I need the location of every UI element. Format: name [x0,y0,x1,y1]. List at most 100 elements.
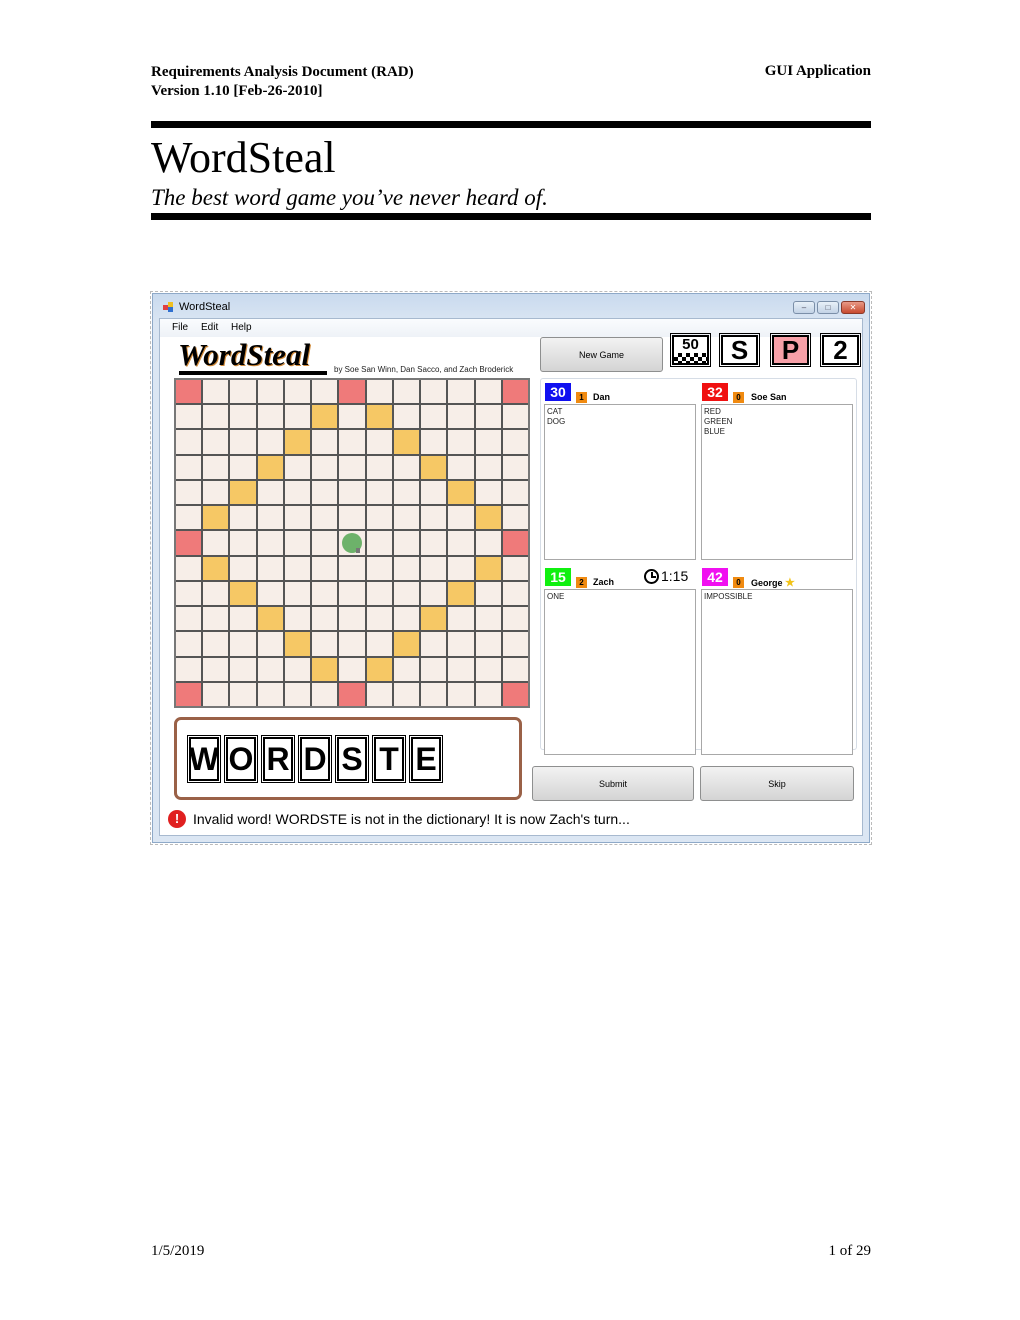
letter-tile[interactable]: T [372,735,406,783]
board-cell[interactable] [393,506,420,530]
board-cell[interactable] [257,380,283,404]
board-cell[interactable] [312,581,338,606]
board-cell[interactable] [284,556,311,580]
board-cell[interactable] [312,506,338,530]
board-cell[interactable] [366,506,392,530]
player-words-soe-san[interactable]: RED GREEN BLUE [701,404,853,560]
board-cell-bonus-gold[interactable] [230,581,256,606]
board-cell[interactable] [257,506,283,530]
board-cell[interactable] [448,506,474,530]
board-cell[interactable] [366,531,392,555]
board-cell[interactable] [475,657,501,681]
board-cell[interactable] [421,581,447,606]
board-cell[interactable] [448,430,474,454]
board-cell[interactable] [203,531,229,555]
board-cell[interactable] [448,657,474,681]
board-cell[interactable] [366,380,392,404]
board-cell[interactable] [448,556,474,580]
board-cell-bonus-gold[interactable] [366,405,392,429]
board-cell-bonus-gold[interactable] [284,632,311,656]
board-cell[interactable] [312,632,338,656]
word-item[interactable]: GREEN [704,417,850,427]
player-words-dan[interactable]: CAT DOG [544,404,696,560]
board-cell[interactable] [203,607,229,631]
letter-tile[interactable]: S [335,735,369,783]
board-cell[interactable] [312,556,338,580]
board-cell[interactable] [257,657,283,681]
board-cell[interactable] [257,405,283,429]
board-cell[interactable] [502,556,528,580]
board-cell[interactable] [176,480,202,505]
board-cell[interactable] [203,480,229,505]
board-cell[interactable] [393,657,420,681]
board-cell[interactable] [176,455,202,479]
board-cell-bonus-gold[interactable] [448,480,474,505]
board-cell[interactable] [203,682,229,706]
board-cell[interactable] [475,632,501,656]
board-cell[interactable] [393,380,420,404]
board-cell[interactable] [284,682,311,706]
board-cell[interactable] [448,682,474,706]
board-cell-bonus-red[interactable] [502,682,528,706]
board-cell[interactable] [421,632,447,656]
board-cell[interactable] [421,531,447,555]
board-cell[interactable] [475,682,501,706]
menu-edit[interactable]: Edit [201,322,218,333]
board-cell[interactable] [366,682,392,706]
board-cell-bonus-gold[interactable] [421,607,447,631]
board-cell-bonus-red[interactable] [176,531,202,555]
board-cell[interactable] [257,632,283,656]
board-cell-bonus-gold[interactable] [257,607,283,631]
board-cell[interactable] [176,632,202,656]
board-cell[interactable] [230,632,256,656]
board-cell-bonus-gold[interactable] [257,455,283,479]
board-cell-bonus-gold[interactable] [284,430,311,454]
board-cell[interactable] [339,506,365,530]
board-cell[interactable] [339,632,365,656]
board-cell[interactable] [203,455,229,479]
board-cell[interactable] [475,405,501,429]
maximize-button[interactable]: □ [817,301,839,314]
board-cell[interactable] [230,607,256,631]
menu-help[interactable]: Help [231,322,252,333]
mode-p-badge[interactable]: P [770,333,811,367]
board-cell[interactable] [203,430,229,454]
board-cell-bonus-gold[interactable] [475,506,501,530]
board-cell-bonus-gold[interactable] [203,556,229,580]
board-cell[interactable] [475,430,501,454]
board-cell[interactable] [176,405,202,429]
minimize-button[interactable]: – [793,301,815,314]
board-cell[interactable] [203,380,229,404]
letter-tile[interactable]: E [409,735,443,783]
skip-button[interactable]: Skip [700,766,854,801]
board-cell[interactable] [475,455,501,479]
board-cell-bonus-gold[interactable] [421,455,447,479]
board-cell[interactable] [366,430,392,454]
board-cell[interactable] [312,480,338,505]
board-cell[interactable] [230,380,256,404]
board-cell[interactable] [230,556,256,580]
board-cell[interactable] [230,531,256,555]
board-cell[interactable] [284,607,311,631]
board-cell[interactable] [230,682,256,706]
board-cell[interactable] [284,657,311,681]
board-cell[interactable] [339,480,365,505]
board-cell[interactable] [502,607,528,631]
board-cell[interactable] [312,531,338,555]
board-cell-bonus-red[interactable] [339,682,365,706]
board-cell[interactable] [176,506,202,530]
board-cell[interactable] [339,405,365,429]
board-cell[interactable] [284,455,311,479]
board-cell[interactable] [257,480,283,505]
board-cell[interactable] [312,682,338,706]
board-cell[interactable] [339,581,365,606]
board-cell[interactable] [284,506,311,530]
board-cell-bonus-gold[interactable] [230,480,256,505]
board-cell-bonus-red[interactable] [502,380,528,404]
submit-button[interactable]: Submit [532,766,694,801]
board-cell-bonus-gold[interactable] [393,430,420,454]
board-cell[interactable] [421,556,447,580]
board-cell[interactable] [502,480,528,505]
board-cell[interactable] [393,581,420,606]
board-cell[interactable] [339,556,365,580]
